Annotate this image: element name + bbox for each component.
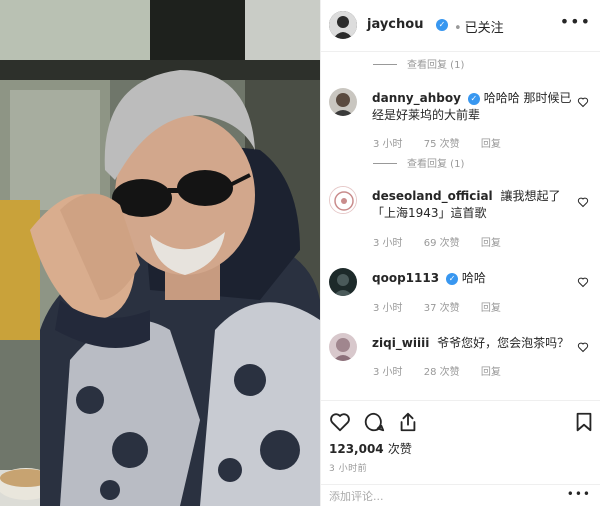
- share-upload-icon[interactable]: [397, 411, 419, 433]
- reply-dash: [373, 64, 397, 65]
- commenter-username[interactable]: danny_ahboy: [372, 91, 461, 105]
- likes-count-number: 123,004: [329, 442, 384, 456]
- likes-count-suffix: 次赞: [387, 442, 412, 456]
- heart-icon[interactable]: [577, 341, 589, 353]
- comment-time: 3 小时: [373, 139, 403, 150]
- view-replies-toggle[interactable]: 查看回复 (1): [373, 155, 464, 170]
- commenter-username[interactable]: deseoland_official: [372, 189, 493, 203]
- commenter-avatar-image: [329, 333, 357, 361]
- commenter-username[interactable]: qoop1113: [372, 271, 439, 285]
- more-options-icon[interactable]: •••: [560, 12, 591, 31]
- commenter-avatar-image: [329, 88, 357, 116]
- reply-button[interactable]: 回复: [481, 367, 501, 378]
- comment-stats: 3 小时 75 次赞 回复: [373, 135, 519, 150]
- comment-stats: 3 小时 28 次赞 回复: [373, 363, 519, 378]
- comment-item: deseoland_official 讓我想起了「上海1943」這首歌 3 小时…: [321, 186, 600, 256]
- comment-time: 3 小时: [373, 367, 403, 378]
- commenter-avatar-image: [330, 187, 356, 213]
- view-replies-label: 查看回复 (1): [407, 159, 465, 170]
- view-replies-label: 查看回复 (1): [407, 60, 465, 71]
- verified-badge-icon: ✓: [467, 93, 480, 105]
- author-avatar-image: [329, 11, 357, 39]
- reply-button[interactable]: 回复: [481, 303, 501, 314]
- verified-badge-icon: ✓: [446, 273, 459, 285]
- comment-item: ziqi_wiiii 爷爷您好，您会泡茶吗？ 3 小时 28 次赞 回复: [321, 333, 600, 383]
- author-username[interactable]: jaychou: [367, 17, 423, 32]
- verified-badge-icon: ✓: [436, 19, 448, 31]
- comment-item: qoop1113 ✓ 哈哈 3 小时 37 次赞 回复: [321, 268, 600, 318]
- comment-text: ziqi_wiiii 爷爷您好，您会泡茶吗？: [372, 335, 572, 352]
- comment-likes[interactable]: 37 次赞: [424, 303, 460, 314]
- comment-stats: 3 小时 37 次赞 回复: [373, 299, 519, 314]
- commenter-avatar[interactable]: [329, 88, 357, 116]
- reply-button[interactable]: 回复: [481, 238, 501, 249]
- post-action-bar: [321, 400, 600, 440]
- comment-likes[interactable]: 28 次赞: [424, 367, 460, 378]
- post-photo-illustration: [0, 0, 320, 506]
- comment-text: deseoland_official 讓我想起了「上海1943」這首歌: [372, 188, 572, 222]
- separator-dot: •: [454, 21, 462, 36]
- commenter-username[interactable]: ziqi_wiiii: [372, 336, 429, 350]
- add-comment-input[interactable]: [329, 490, 529, 503]
- comment-likes[interactable]: 69 次赞: [424, 238, 460, 249]
- more-options-icon[interactable]: •••: [567, 487, 591, 501]
- bookmark-icon[interactable]: [573, 411, 595, 433]
- author-avatar[interactable]: [329, 11, 357, 39]
- add-comment-bar: •••: [321, 484, 600, 506]
- follow-status-label: 已关注: [464, 21, 504, 36]
- comment-stats: 3 小时 69 次赞 回复: [373, 234, 519, 249]
- post-timestamp: 3 小时前: [329, 464, 368, 474]
- heart-icon[interactable]: [577, 96, 589, 108]
- comment-body: 哈哈: [461, 271, 486, 285]
- view-replies-toggle[interactable]: 查看回复 (1): [373, 56, 464, 71]
- commenter-avatar[interactable]: [329, 268, 357, 296]
- commenter-avatar-image: [329, 268, 357, 296]
- post-photo[interactable]: [0, 0, 320, 506]
- comment-text: qoop1113 ✓ 哈哈: [372, 270, 572, 287]
- comment-likes[interactable]: 75 次赞: [424, 139, 460, 150]
- reply-button[interactable]: 回复: [481, 139, 501, 150]
- heart-icon[interactable]: [577, 276, 589, 288]
- comment-bubble-icon[interactable]: [363, 411, 385, 433]
- commenter-avatar[interactable]: [329, 333, 357, 361]
- comment-time: 3 小时: [373, 238, 403, 249]
- comment-time: 3 小时: [373, 303, 403, 314]
- comment-body: 爷爷您好，您会泡茶吗？: [437, 336, 570, 350]
- comment-text: danny_ahboy ✓ 哈哈哈 那时候已经是好莱坞的大前辈: [372, 90, 572, 124]
- follow-status[interactable]: • 已关注: [454, 17, 504, 36]
- reply-dash: [373, 163, 397, 164]
- commenter-avatar[interactable]: [329, 186, 357, 214]
- post-side-panel: jaychou ✓ • 已关注 ••• 查看回复 (1) danny_ahboy ✓…: [320, 0, 600, 506]
- heart-icon[interactable]: [577, 196, 589, 208]
- heart-icon[interactable]: [329, 411, 351, 433]
- likes-count[interactable]: 123,004 次赞: [329, 440, 412, 457]
- post-header: jaychou ✓ • 已关注 •••: [321, 0, 600, 52]
